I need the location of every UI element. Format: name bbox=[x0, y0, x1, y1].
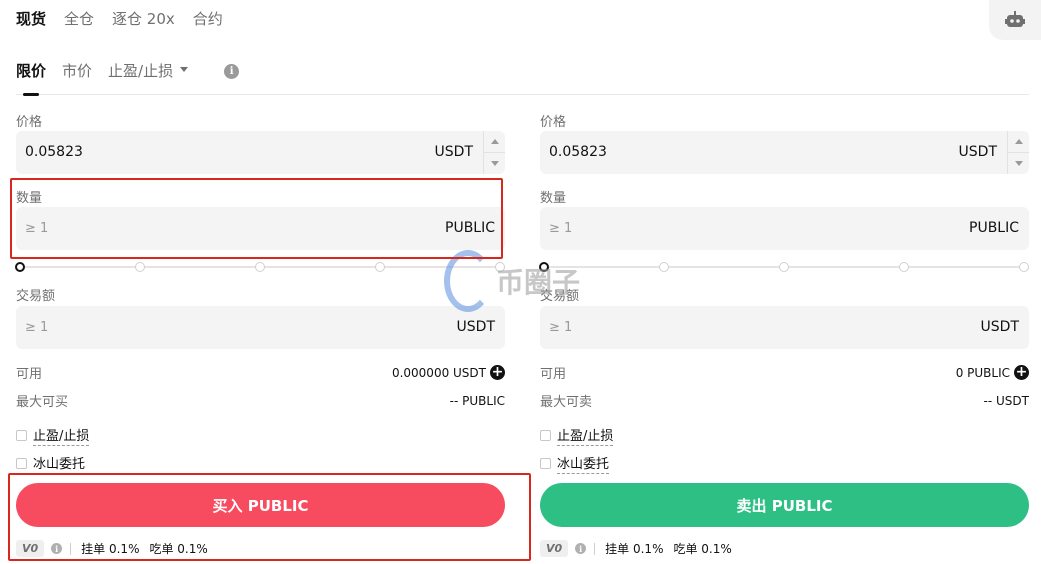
buy-total-input[interactable]: ≥ 1 USDT bbox=[16, 306, 505, 349]
buy-quantity-unit: PUBLIC bbox=[445, 220, 495, 236]
checkbox-icon[interactable] bbox=[540, 458, 551, 469]
buy-quantity-placeholder: ≥ 1 bbox=[25, 221, 49, 236]
iceberg-checkbox-label: 冰山委托 bbox=[33, 453, 86, 474]
available-label: 可用 bbox=[16, 367, 43, 382]
max-sell-row: 最大可卖 -- USDT bbox=[540, 391, 1029, 411]
buy-total-unit: USDT bbox=[456, 319, 495, 335]
tpsl-checkbox[interactable]: 止盈/止损 bbox=[540, 425, 614, 446]
total-label: 交易额 bbox=[16, 289, 56, 304]
sell-quantity-input[interactable]: ≥ 1 PUBLIC bbox=[540, 207, 1029, 250]
buy-price-stepper[interactable] bbox=[483, 131, 505, 174]
iceberg-checkbox[interactable]: 冰山委托 bbox=[16, 453, 86, 474]
max-buy-value: -- PUBLIC bbox=[449, 393, 505, 408]
maker-fee: 挂单 0.1% bbox=[81, 542, 140, 556]
max-sell-value: -- USDT bbox=[983, 393, 1029, 408]
quantity-label: 数量 bbox=[540, 191, 567, 206]
sell-price-unit: USDT bbox=[958, 144, 997, 160]
buy-panel: 价格 0.05823 USDT 数量 ≥ 1 PUBLIC 交易额 ≥ 1 US… bbox=[15, 0, 505, 564]
buy-price-input[interactable]: 0.05823 USDT bbox=[16, 131, 505, 174]
tpsl-checkbox-label: 止盈/止损 bbox=[33, 425, 90, 446]
taker-fee: 吃单 0.1% bbox=[149, 542, 208, 556]
sell-quantity-unit: PUBLIC bbox=[969, 220, 1019, 236]
slider-step-75[interactable] bbox=[375, 262, 385, 272]
iceberg-checkbox[interactable]: 冰山委托 bbox=[540, 453, 610, 474]
maker-fee: 挂单 0.1% bbox=[605, 542, 664, 556]
slider-handle[interactable] bbox=[15, 262, 25, 272]
buy-total-placeholder: ≥ 1 bbox=[25, 320, 49, 335]
checkbox-icon[interactable] bbox=[16, 458, 27, 469]
slider-step-25[interactable] bbox=[659, 262, 669, 272]
fee-info: V0 i 挂单 0.1% 吃单 0.1% bbox=[16, 540, 218, 557]
slider-step-25[interactable] bbox=[135, 262, 145, 272]
slider-step-50[interactable] bbox=[255, 262, 265, 272]
sell-amount-slider[interactable] bbox=[539, 262, 1029, 272]
sell-price-value: 0.05823 bbox=[549, 144, 607, 160]
tpsl-checkbox-label: 止盈/止损 bbox=[557, 425, 614, 446]
available-label: 可用 bbox=[540, 367, 567, 382]
fee-info: V0 i 挂单 0.1% 吃单 0.1% bbox=[540, 540, 742, 557]
plus-icon[interactable]: + bbox=[1014, 365, 1029, 380]
sell-price-input[interactable]: 0.05823 USDT bbox=[540, 131, 1029, 174]
available-value: 0 PUBLIC bbox=[955, 365, 1010, 380]
buy-price-value: 0.05823 bbox=[25, 144, 83, 160]
vip-level-badge: V0 bbox=[16, 540, 45, 557]
info-icon[interactable]: i bbox=[51, 543, 63, 554]
price-label: 价格 bbox=[540, 115, 567, 130]
increment-icon[interactable] bbox=[491, 139, 499, 144]
decrement-icon[interactable] bbox=[1015, 161, 1023, 166]
available-value: 0.000000 USDT bbox=[391, 365, 486, 380]
sell-total-unit: USDT bbox=[980, 319, 1019, 335]
price-label: 价格 bbox=[16, 115, 43, 130]
watermark-text: 币圈子 bbox=[496, 266, 581, 299]
info-icon[interactable]: i bbox=[575, 543, 587, 554]
plus-icon[interactable]: + bbox=[490, 365, 505, 380]
sell-quantity-placeholder: ≥ 1 bbox=[549, 221, 573, 236]
taker-fee: 吃单 0.1% bbox=[673, 542, 732, 556]
sell-total-placeholder: ≥ 1 bbox=[549, 320, 573, 335]
watermark: 币圈子 bbox=[444, 250, 580, 312]
buy-quantity-input[interactable]: ≥ 1 PUBLIC bbox=[16, 207, 505, 250]
buy-price-unit: USDT bbox=[434, 144, 473, 160]
sell-panel: 价格 0.05823 USDT 数量 ≥ 1 PUBLIC 交易额 ≥ 1 US… bbox=[539, 0, 1029, 564]
max-buy-row: 最大可买 -- PUBLIC bbox=[16, 391, 505, 411]
sell-price-stepper[interactable] bbox=[1007, 131, 1029, 174]
sell-total-input[interactable]: ≥ 1 USDT bbox=[540, 306, 1029, 349]
max-buy-label: 最大可买 bbox=[16, 395, 69, 410]
slider-step-50[interactable] bbox=[779, 262, 789, 272]
slider-step-100[interactable] bbox=[1019, 262, 1029, 272]
sell-button[interactable]: 卖出 PUBLIC bbox=[540, 483, 1029, 527]
available-row: 可用 0 PUBLIC + bbox=[540, 363, 1029, 382]
available-row: 可用 0.000000 USDT + bbox=[16, 363, 505, 382]
decrement-icon[interactable] bbox=[491, 161, 499, 166]
quantity-label: 数量 bbox=[16, 191, 43, 206]
max-sell-label: 最大可卖 bbox=[540, 395, 593, 410]
tpsl-checkbox[interactable]: 止盈/止损 bbox=[16, 425, 90, 446]
buy-button[interactable]: 买入 PUBLIC bbox=[16, 483, 505, 527]
iceberg-checkbox-label: 冰山委托 bbox=[557, 453, 610, 474]
increment-icon[interactable] bbox=[1015, 139, 1023, 144]
checkbox-icon[interactable] bbox=[540, 430, 551, 441]
buy-amount-slider[interactable] bbox=[15, 262, 505, 272]
vip-level-badge: V0 bbox=[540, 540, 569, 557]
slider-step-75[interactable] bbox=[899, 262, 909, 272]
watermark-logo-icon bbox=[444, 250, 492, 312]
checkbox-icon[interactable] bbox=[16, 430, 27, 441]
